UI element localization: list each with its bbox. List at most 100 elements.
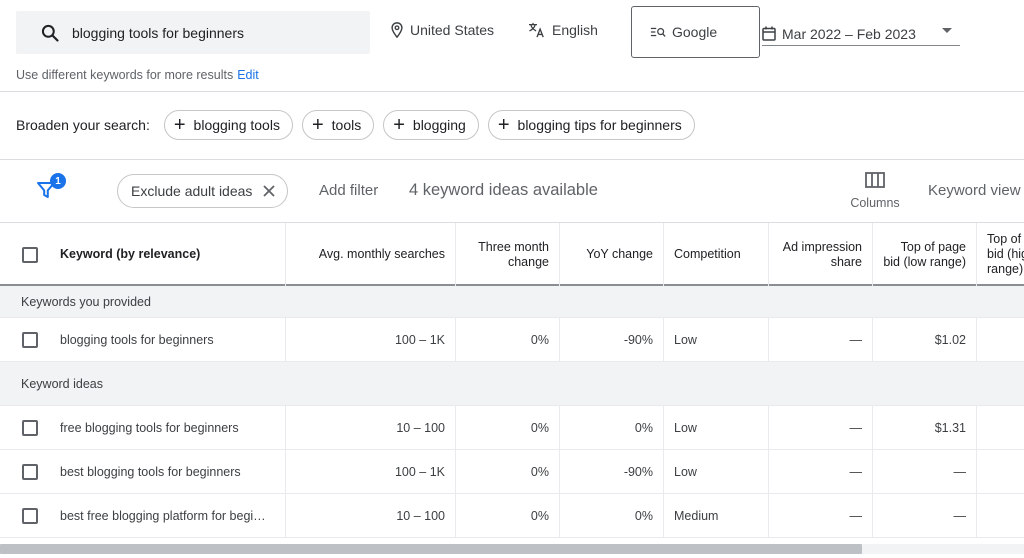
cell-keyword: blogging tools for beginners bbox=[0, 318, 286, 362]
close-icon[interactable] bbox=[261, 183, 277, 199]
filter-count-badge: 1 bbox=[50, 173, 66, 189]
chip-label: blogging tips for beginners bbox=[517, 117, 682, 133]
column-header-keyword[interactable]: Keyword (by relevance) bbox=[0, 223, 286, 286]
cell-top-bid-low: $1.02 bbox=[873, 318, 977, 362]
cell-ad-share: — bbox=[769, 450, 873, 494]
plus-icon: + bbox=[311, 114, 324, 136]
keyword-view-toggle[interactable]: Keyword view bbox=[928, 182, 1021, 199]
header-label: Three month change bbox=[478, 239, 549, 269]
cell-avg: 10 – 100 bbox=[286, 494, 456, 538]
cell-keyword: free blogging tools for beginners bbox=[0, 406, 286, 450]
plus-icon: + bbox=[173, 114, 186, 136]
columns-icon bbox=[865, 172, 885, 188]
keyword-hint: Use different keywords for more results E… bbox=[16, 68, 259, 82]
table-row[interactable]: blogging tools for beginners 100 – 1K 0%… bbox=[0, 318, 1024, 362]
keyword-table: Keyword (by relevance) Avg. monthly sear… bbox=[0, 223, 1024, 538]
table-row[interactable]: best free blogging platform for begi… 10… bbox=[0, 494, 1024, 538]
top-bar: blogging tools for beginners United Stat… bbox=[0, 0, 1024, 66]
header-label: Top of page bid (high range) bbox=[987, 232, 1024, 276]
table-row[interactable]: free blogging tools for beginners 10 – 1… bbox=[0, 406, 1024, 450]
translate-icon bbox=[529, 22, 544, 38]
columns-button[interactable]: Columns bbox=[848, 172, 902, 210]
cell-competition: Low bbox=[664, 318, 769, 362]
edit-link[interactable]: Edit bbox=[237, 68, 259, 82]
exclude-adult-chip[interactable]: Exclude adult ideas bbox=[117, 174, 288, 208]
cell-three-month: 0% bbox=[456, 406, 560, 450]
header-label: Avg. monthly searches bbox=[318, 247, 445, 261]
header-label: Keyword (by relevance) bbox=[60, 247, 201, 261]
search-input[interactable]: blogging tools for beginners bbox=[16, 11, 370, 54]
cell-avg: 100 – 1K bbox=[286, 450, 456, 494]
keyword-count: 4 keyword ideas available bbox=[409, 181, 598, 199]
broaden-chip-blogging[interactable]: + blogging bbox=[383, 110, 479, 140]
group-keyword-ideas: Keyword ideas bbox=[0, 362, 1024, 406]
cell-top-bid-low: $1.31 bbox=[873, 406, 977, 450]
column-header-top-bid-high[interactable]: Top of page bid (high range) bbox=[977, 223, 1024, 286]
network-label: Google bbox=[672, 24, 718, 40]
column-header-three-month[interactable]: Three month change bbox=[456, 223, 560, 286]
cell-yoy: 0% bbox=[560, 494, 664, 538]
network-selector[interactable]: Google bbox=[631, 6, 760, 58]
calendar-icon bbox=[762, 26, 776, 41]
date-range-label: Mar 2022 – Feb 2023 bbox=[782, 25, 916, 42]
header-label: YoY change bbox=[586, 247, 653, 261]
cell-three-month: 0% bbox=[456, 450, 560, 494]
hint-text: Use different keywords for more results bbox=[16, 68, 234, 82]
cell-avg: 100 – 1K bbox=[286, 318, 456, 362]
add-filter-button[interactable]: Add filter bbox=[319, 182, 378, 199]
group-keywords-provided: Keywords you provided bbox=[0, 286, 1024, 318]
plus-icon: + bbox=[393, 114, 405, 136]
cell-competition: Medium bbox=[664, 494, 769, 538]
column-header-avg-searches[interactable]: Avg. monthly searches bbox=[286, 223, 456, 286]
plus-icon: + bbox=[497, 114, 510, 136]
cell-keyword: best free blogging platform for begi… bbox=[0, 494, 286, 538]
cell-three-month: 0% bbox=[456, 494, 560, 538]
columns-label: Columns bbox=[850, 196, 900, 210]
horizontal-scrollbar-thumb[interactable] bbox=[0, 544, 862, 554]
broaden-search: Broaden your search: + blogging tools + to… bbox=[16, 110, 704, 140]
chevron-down-icon bbox=[942, 28, 952, 33]
location-pin-icon bbox=[391, 22, 403, 38]
column-header-top-bid-low[interactable]: Top of page bid (low range) bbox=[873, 223, 977, 286]
location-selector[interactable]: United States bbox=[390, 22, 494, 38]
language-selector[interactable]: English bbox=[528, 22, 598, 38]
column-header-ad-share[interactable]: Ad impression share bbox=[769, 223, 873, 286]
broaden-chip-blogging-tools[interactable]: + blogging tools bbox=[163, 110, 293, 140]
cell-yoy: -90% bbox=[560, 318, 664, 362]
cell-ad-share: — bbox=[769, 318, 873, 362]
select-all-checkbox[interactable] bbox=[22, 246, 38, 263]
cell-three-month: 0% bbox=[456, 318, 560, 362]
chip-label: blogging tools bbox=[193, 117, 280, 133]
cell-competition: Low bbox=[664, 406, 769, 450]
header-label: Top of page bid (low range) bbox=[883, 239, 966, 269]
search-query: blogging tools for beginners bbox=[72, 24, 245, 41]
column-header-competition[interactable]: Competition bbox=[664, 223, 769, 286]
cell-top-bid-low: — bbox=[873, 494, 977, 538]
cell-ad-share: — bbox=[769, 494, 873, 538]
cell-yoy: -90% bbox=[560, 450, 664, 494]
cell-avg: 10 – 100 bbox=[286, 406, 456, 450]
cell-keyword: best blogging tools for beginners bbox=[0, 450, 286, 494]
header-label: Ad impression share bbox=[782, 239, 862, 269]
network-search-icon bbox=[650, 27, 666, 37]
broaden-chip-tools[interactable]: + tools bbox=[301, 110, 375, 140]
cell-top-bid-low: — bbox=[873, 450, 977, 494]
broaden-label: Broaden your search: bbox=[16, 117, 150, 133]
chip-label: blogging bbox=[412, 117, 466, 133]
language-label: English bbox=[552, 22, 598, 38]
cell-yoy: 0% bbox=[560, 406, 664, 450]
header-label: Competition bbox=[674, 247, 741, 261]
broaden-chip-blogging-tips[interactable]: + blogging tips for beginners bbox=[487, 110, 695, 140]
divider bbox=[0, 91, 1024, 92]
search-icon bbox=[41, 24, 59, 42]
cell-ad-share: — bbox=[769, 406, 873, 450]
filter-bar: 1 Exclude adult ideas Add filter 4 keywo… bbox=[0, 160, 1024, 222]
location-label: United States bbox=[410, 22, 495, 38]
date-range-selector[interactable]: Mar 2022 – Feb 2023 bbox=[762, 22, 960, 46]
column-header-yoy[interactable]: YoY change bbox=[560, 223, 664, 286]
table-header: Keyword (by relevance) Avg. monthly sear… bbox=[0, 223, 1024, 286]
table-row[interactable]: best blogging tools for beginners 100 – … bbox=[0, 450, 1024, 494]
cell-competition: Low bbox=[664, 450, 769, 494]
chip-label: Exclude adult ideas bbox=[131, 183, 253, 199]
chip-label: tools bbox=[331, 117, 362, 133]
